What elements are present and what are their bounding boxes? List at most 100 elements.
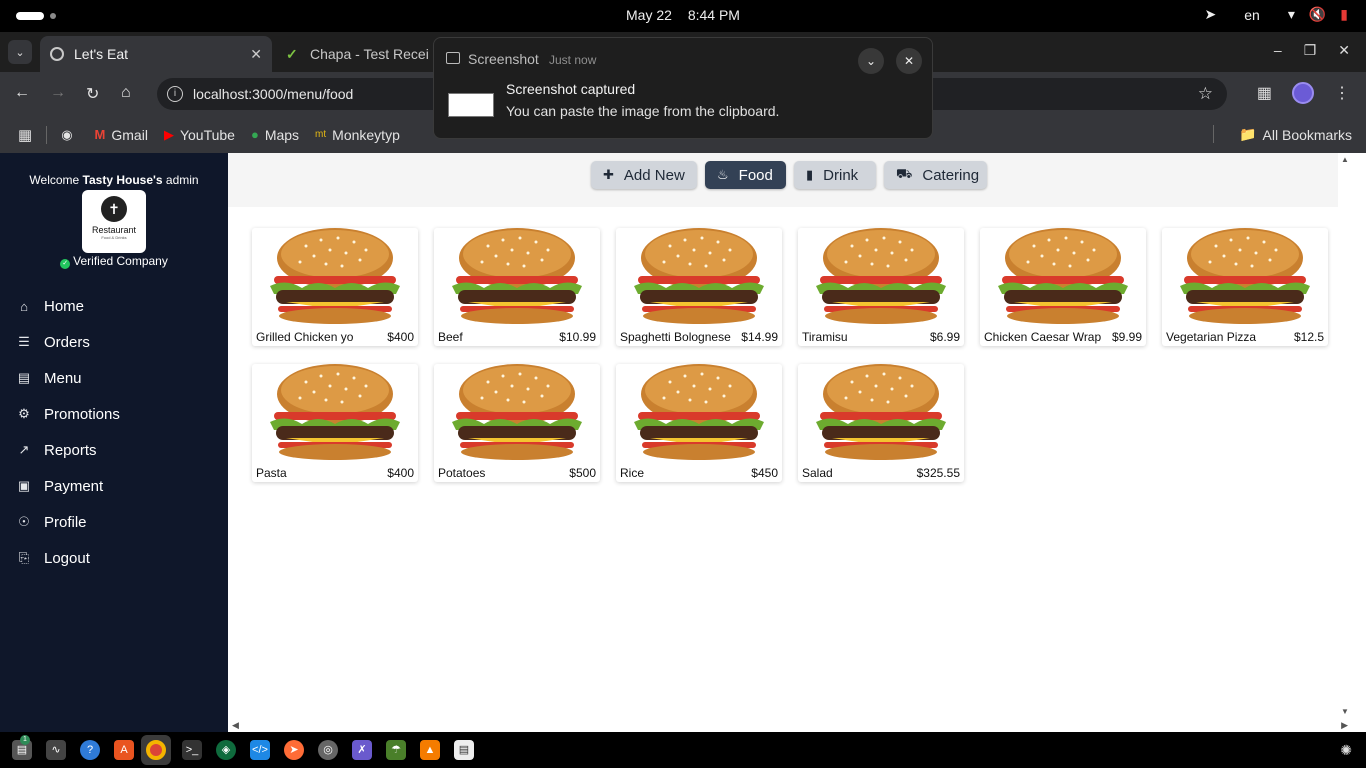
menu-item-card[interactable]: Chicken Caesar Wrap $9.99 bbox=[980, 228, 1146, 346]
plus-icon: ✚ bbox=[603, 167, 614, 182]
app-store-icon[interactable]: A bbox=[114, 740, 134, 760]
menu-item-card[interactable]: Tiramisu $6.99 bbox=[798, 228, 964, 346]
vlc-icon[interactable]: ▲ bbox=[420, 740, 440, 760]
screenshot-notification[interactable]: Screenshot Just now ⌄ ✕ Screenshot captu… bbox=[433, 37, 933, 139]
scroll-right-icon[interactable]: ▶ bbox=[1341, 720, 1348, 731]
minimize-icon[interactable]: – bbox=[1274, 42, 1282, 59]
menu-item-card[interactable]: Potatoes $500 bbox=[434, 364, 600, 482]
close-notification-icon[interactable]: ✕ bbox=[896, 48, 922, 74]
tab-chapa[interactable]: ✓ Chapa - Test Recei bbox=[276, 36, 446, 72]
logout-icon: ⎘ bbox=[18, 550, 30, 565]
app-icon[interactable]: ☂ bbox=[386, 740, 406, 760]
more-menu-icon[interactable]: ⋮ bbox=[1334, 83, 1350, 103]
sidebar: Welcome Tasty House's admin ✝ Restaurant… bbox=[0, 153, 228, 732]
os-taskbar: ▤ 1 ∿ ? A >_ ◈ </> ➤ ◎ ✗ ☂ ▲ ▤ ✺ bbox=[0, 732, 1366, 768]
horizontal-scrollbar[interactable]: ◀ ▶ bbox=[228, 718, 1352, 732]
telegram-icon[interactable]: ➤ bbox=[1205, 6, 1217, 23]
settings-target-icon[interactable]: ◎ bbox=[318, 740, 338, 760]
tab-food[interactable]: ♨ Food bbox=[705, 161, 786, 189]
bookmark-gmail[interactable]: M Gmail bbox=[95, 127, 148, 143]
promotions-icon: ⚙ bbox=[18, 406, 30, 421]
extensions-icon[interactable]: ▦ bbox=[1257, 83, 1272, 103]
scroll-down-icon[interactable]: ▼ bbox=[1341, 707, 1349, 716]
menu-item-card[interactable]: Salad $325.55 bbox=[798, 364, 964, 482]
bookmark-globe[interactable]: ◉ bbox=[61, 127, 78, 143]
menu-item-price: $14.99 bbox=[741, 330, 778, 344]
forward-icon[interactable]: → bbox=[50, 84, 66, 102]
scroll-left-icon[interactable]: ◀ bbox=[232, 720, 239, 731]
burger-image bbox=[816, 364, 946, 460]
menu-item-price: $400 bbox=[387, 330, 414, 344]
profile-avatar[interactable] bbox=[1292, 82, 1314, 104]
main-content: ✚ Add New ♨ Food ▮ Drink ⛟ Catering Grilled … bbox=[228, 153, 1352, 718]
sidebar-item-logout[interactable]: ⎘ Logout bbox=[0, 540, 228, 576]
close-tab-icon[interactable]: ✕ bbox=[250, 46, 262, 63]
site-info-icon[interactable]: i bbox=[167, 86, 183, 102]
bookmark-maps[interactable]: ● Maps bbox=[251, 127, 299, 143]
menu-item-card[interactable]: Spaghetti Bolognese $14.99 bbox=[616, 228, 782, 346]
menu-item-price: $6.99 bbox=[929, 330, 960, 344]
url-text[interactable]: localhost:3000/menu/food bbox=[193, 86, 353, 102]
menu-item-card[interactable]: Pasta $400 bbox=[252, 364, 418, 482]
language-indicator[interactable]: en bbox=[1244, 7, 1260, 23]
clock[interactable]: May 22 8:44 PM bbox=[0, 7, 1366, 23]
sidebar-item-profile[interactable]: ☉ Profile bbox=[0, 504, 228, 540]
add-new-button[interactable]: ✚ Add New bbox=[591, 161, 697, 189]
editor-icon[interactable]: ✗ bbox=[352, 740, 372, 760]
tab-catering[interactable]: ⛟ Catering bbox=[884, 161, 987, 189]
menu-item-price: $12.5 bbox=[1293, 330, 1324, 344]
vscode-icon[interactable]: </> bbox=[250, 740, 270, 760]
system-tray[interactable]: ➤ en ▾ 🔇 ▮ bbox=[1205, 6, 1349, 23]
wifi-icon[interactable]: ▾ bbox=[1288, 6, 1295, 23]
home-browser-icon[interactable]: ⌂ bbox=[121, 84, 131, 102]
notification-time: Just now bbox=[549, 53, 597, 67]
menu-item-card[interactable]: Vegetarian Pizza $12.5 bbox=[1162, 228, 1328, 346]
document-viewer-icon[interactable]: ▤ bbox=[454, 740, 474, 760]
menu-item-name: Chicken Caesar Wrap bbox=[984, 330, 1102, 344]
volume-muted-icon[interactable]: 🔇 bbox=[1309, 6, 1326, 23]
bookmark-youtube[interactable]: ▶ YouTube bbox=[164, 127, 235, 143]
tab-lets-eat[interactable]: Let's Eat ✕ bbox=[40, 36, 272, 72]
expand-notification-icon[interactable]: ⌄ bbox=[858, 48, 884, 74]
sidebar-item-payment[interactable]: ▣ Payment bbox=[0, 468, 228, 504]
sidebar-item-home[interactable]: ⌂ Home bbox=[0, 288, 228, 324]
postman-icon[interactable]: ➤ bbox=[284, 740, 304, 760]
chrome-taskbar-icon[interactable] bbox=[141, 735, 171, 765]
menu-item-name: Grilled Chicken yo bbox=[256, 330, 354, 344]
tab-drink[interactable]: ▮ Drink bbox=[794, 161, 876, 189]
menu-item-card[interactable]: Beef $10.99 bbox=[434, 228, 600, 346]
maximize-icon[interactable]: ❐ bbox=[1304, 42, 1317, 59]
sidebar-item-promotions[interactable]: ⚙ Promotions bbox=[0, 396, 228, 432]
tab-title: Chapa - Test Recei bbox=[310, 46, 429, 62]
mongodb-compass-icon[interactable]: ◈ bbox=[216, 740, 236, 760]
sidebar-item-reports[interactable]: ↗ Reports bbox=[0, 432, 228, 468]
system-monitor-icon[interactable]: ∿ bbox=[46, 740, 66, 760]
back-icon[interactable]: ← bbox=[14, 84, 30, 102]
all-bookmarks[interactable]: 📁 All Bookmarks bbox=[1239, 126, 1352, 143]
battery-icon[interactable]: ▮ bbox=[1340, 6, 1348, 23]
help-icon[interactable]: ? bbox=[80, 740, 100, 760]
verified-badge: ✓ Verified Company bbox=[0, 254, 228, 269]
truck-icon: ⛟ bbox=[896, 166, 913, 181]
scroll-up-icon[interactable]: ▲ bbox=[1341, 155, 1349, 164]
menu-item-card[interactable]: Rice $450 bbox=[616, 364, 782, 482]
menu-item-name: Beef bbox=[438, 330, 463, 344]
burger-image bbox=[270, 228, 400, 324]
welcome-text: Welcome Tasty House's admin bbox=[0, 173, 228, 187]
notification-body: You can paste the image from the clipboa… bbox=[506, 103, 780, 119]
vertical-scrollbar[interactable]: ▲ ▼ bbox=[1338, 153, 1352, 718]
menu-item-price: $500 bbox=[569, 466, 596, 480]
sidebar-item-orders[interactable]: ☰ Orders bbox=[0, 324, 228, 360]
show-apps-icon[interactable]: ✺ bbox=[1340, 742, 1352, 759]
bookmark-monkeytype[interactable]: mt Monkeytyp bbox=[315, 127, 400, 143]
sidebar-item-menu[interactable]: ▤ Menu bbox=[0, 360, 228, 396]
youtube-icon: ▶ bbox=[163, 126, 174, 142]
apps-grid-icon[interactable]: ▦ bbox=[18, 126, 32, 144]
reload-icon[interactable]: ↻ bbox=[86, 84, 99, 104]
tab-search-button[interactable]: ⌄ bbox=[8, 40, 32, 64]
menu-item-card[interactable]: Grilled Chicken yo $400 bbox=[252, 228, 418, 346]
bookmark-star-icon[interactable]: ☆ bbox=[1198, 84, 1213, 104]
sidebar-item-label: Orders bbox=[44, 333, 90, 351]
terminal-icon[interactable]: >_ bbox=[182, 740, 202, 760]
close-window-icon[interactable]: ✕ bbox=[1338, 42, 1350, 59]
